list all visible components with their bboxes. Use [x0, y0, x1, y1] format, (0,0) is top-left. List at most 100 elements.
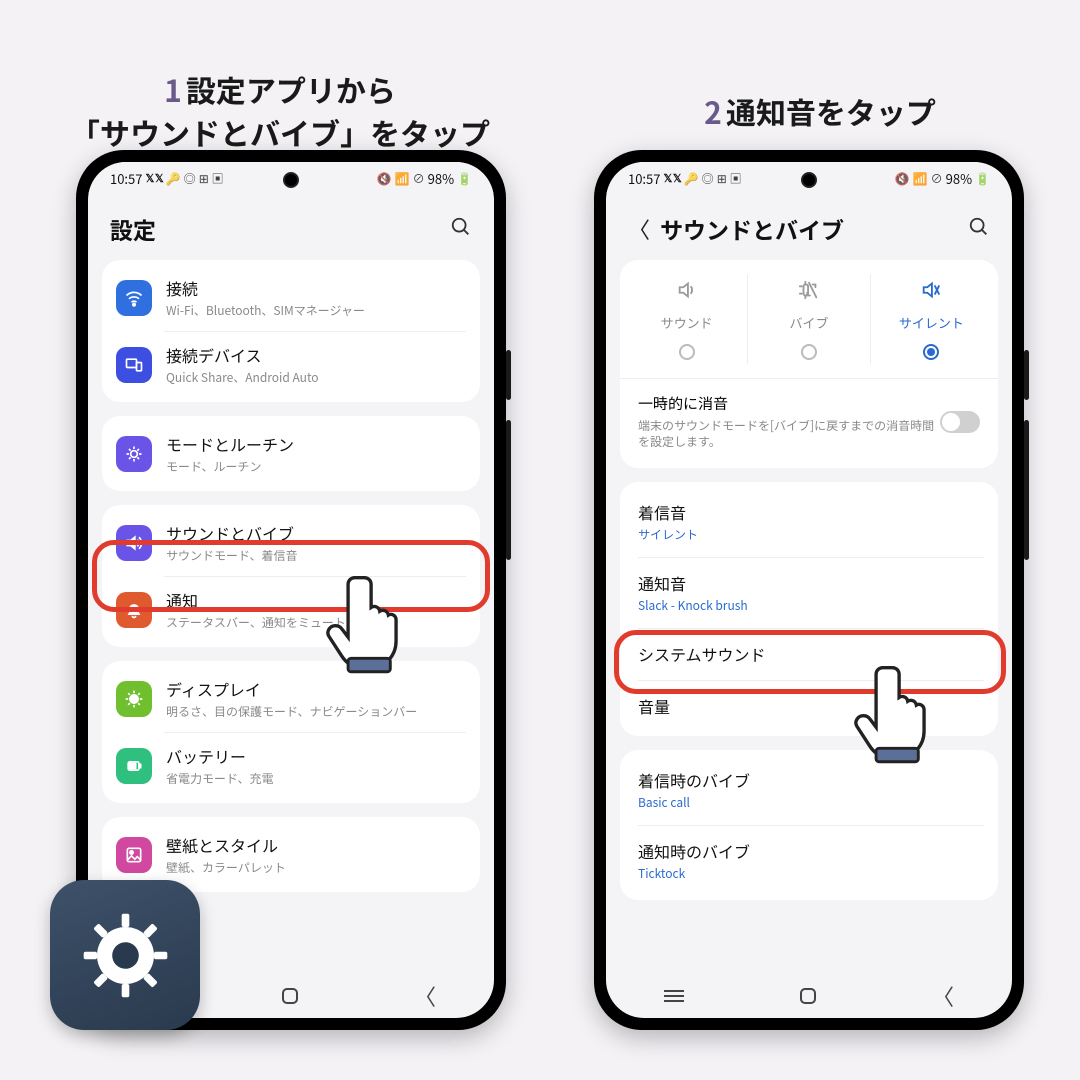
step1-number: 1 [164, 67, 182, 111]
sound-options-card: 着信音サイレント通知音 Slack - Knock brush システムサウンド音量 [620, 482, 998, 736]
nav-back[interactable]: 〈 [414, 980, 436, 1012]
step2-caption: 2通知音をタップ [600, 46, 1040, 133]
row-title: 接続 [166, 276, 466, 300]
mode-radio[interactable] [679, 344, 695, 360]
row-title: システムサウンド [638, 642, 980, 666]
settings-app-icon [50, 880, 200, 1030]
sound-icon [116, 525, 152, 561]
row-sub: 壁紙、カラーパレット [166, 859, 466, 876]
wifi-icon [116, 280, 152, 316]
option-row[interactable]: 音量 [620, 680, 998, 732]
status-mute-icon: 🔇 [377, 170, 392, 187]
status-battery: 98% [428, 169, 454, 188]
search-icon[interactable] [968, 215, 990, 244]
status-target-icon: ◎ [702, 170, 714, 187]
row-title: 通知音 [638, 571, 980, 595]
mode-label: バイブ [748, 313, 869, 332]
settings-card: 接続 Wi-Fi、Bluetooth、SIMマネージャー接続デバイス Quick S… [102, 260, 480, 402]
status-time: 10:57 [110, 169, 142, 188]
mode-silent[interactable]: サイレント [871, 274, 992, 364]
header: 〈 サウンドとバイブ [606, 194, 1012, 260]
row-sub: Slack - Knock brush [638, 597, 980, 614]
row-title: 通知時のバイブ [638, 839, 980, 863]
settings-card: ディスプレイ明るさ、目の保護モード、ナビゲーションバーバッテリー省電力モード、充… [102, 661, 480, 803]
front-camera [283, 172, 299, 188]
mode-sound[interactable]: サウンド [626, 274, 748, 364]
status-battery: 98% [946, 169, 972, 188]
settings-row-display[interactable]: ディスプレイ明るさ、目の保護モード、ナビゲーションバー [102, 665, 480, 732]
phone-right: 10:57 𝕏 𝕏 🔑 ◎ ⊞ ▣ 🔇 📶 ⊘ 98% 🔋 〈 サウンド [594, 150, 1024, 1030]
option-row[interactable]: 通知音 Slack - Knock brush [620, 557, 998, 628]
settings-card: モードとルーチンモード、ルーチン [102, 416, 480, 491]
mode-vibrate[interactable]: バイブ [748, 274, 870, 364]
front-camera [801, 172, 817, 188]
status-battery-icon: 🔋 [975, 170, 990, 187]
routine-icon [116, 436, 152, 472]
sound-settings[interactable]: サウンドバイブサイレント 一時的に消音 端末のサウンドモードを[バイブ]に戻すま… [606, 260, 1012, 974]
status-mute-icon: 🔇 [895, 170, 910, 187]
status-nodata-icon: ⊘ [931, 170, 943, 187]
status-x-icon: 𝕏 𝕏 [663, 170, 680, 186]
row-title: ディスプレイ [166, 677, 466, 701]
devices-icon [116, 347, 152, 383]
nav-recents[interactable] [664, 995, 684, 997]
header: 設定 [88, 194, 494, 260]
settings-row-sound[interactable]: サウンドとバイブサウンドモード、着信音 [102, 509, 480, 576]
status-time: 10:57 [628, 169, 660, 188]
settings-list[interactable]: 接続 Wi-Fi、Bluetooth、SIMマネージャー接続デバイス Quick S… [88, 260, 494, 974]
back-button[interactable]: 〈 [628, 213, 652, 245]
mode-icon [748, 278, 869, 307]
row-title: バッテリー [166, 744, 466, 768]
temp-mute-title: 一時的に消音 [638, 393, 940, 414]
temp-mute-sub: 端末のサウンドモードを[バイブ]に戻すまでの消音時間を設定します。 [638, 418, 940, 450]
row-sub: ステータスバー、通知をミュート [166, 614, 466, 631]
settings-row-wall[interactable]: 壁紙とスタイル壁紙、カラーパレット [102, 821, 480, 888]
page-title: サウンドとバイブ [660, 212, 968, 246]
wall-icon [116, 837, 152, 873]
option-row[interactable]: 着信音サイレント [620, 486, 998, 557]
status-plus-icon: ⊞ [199, 170, 209, 187]
row-title: モードとルーチン [166, 432, 466, 456]
nav-back[interactable]: 〈 [932, 980, 954, 1012]
status-wifi-icon: 📶 [913, 170, 928, 187]
status-target-icon: ◎ [184, 170, 196, 187]
status-key-icon: 🔑 [684, 170, 699, 187]
settings-row-notif[interactable]: 通知ステータスバー、通知をミュート [102, 576, 480, 643]
row-sub: Quick Share、Android Auto [166, 369, 466, 386]
status-image-icon: ▣ [212, 170, 224, 187]
settings-row-routine[interactable]: モードとルーチンモード、ルーチン [102, 420, 480, 487]
status-plus-icon: ⊞ [717, 170, 727, 187]
row-title: サウンドとバイブ [166, 521, 466, 545]
mode-radio[interactable] [923, 344, 939, 360]
status-x-icon: 𝕏 𝕏 [145, 170, 162, 186]
page-title: 設定 [110, 212, 450, 246]
mode-radio[interactable] [801, 344, 817, 360]
temp-mute-row[interactable]: 一時的に消音 端末のサウンドモードを[バイブ]に戻すまでの消音時間を設定します。 [620, 379, 998, 464]
option-row[interactable]: 通知時のバイブ Ticktock [620, 825, 998, 896]
settings-card: サウンドとバイブサウンドモード、着信音通知ステータスバー、通知をミュート [102, 505, 480, 647]
nav-home[interactable] [282, 988, 298, 1004]
row-title: 着信音 [638, 500, 980, 524]
nav-home[interactable] [800, 988, 816, 1004]
row-title: 音量 [638, 694, 980, 718]
screen-right: 10:57 𝕏 𝕏 🔑 ◎ ⊞ ▣ 🔇 📶 ⊘ 98% 🔋 〈 サウンド [606, 162, 1012, 1018]
row-sub: Wi-Fi、Bluetooth、SIMマネージャー [166, 302, 466, 319]
battery-icon [116, 748, 152, 784]
settings-row-wifi[interactable]: 接続 Wi-Fi、Bluetooth、SIMマネージャー [102, 264, 480, 331]
status-key-icon: 🔑 [166, 170, 181, 187]
option-row[interactable]: 着信時のバイブBasic call [620, 754, 998, 825]
settings-row-battery[interactable]: バッテリー省電力モード、充電 [102, 732, 480, 799]
mode-icon [871, 278, 992, 307]
temp-mute-toggle[interactable] [940, 411, 980, 433]
mode-icon [626, 278, 747, 307]
sound-mode-segment: サウンドバイブサイレント [620, 264, 998, 379]
row-sub: 省電力モード、充電 [166, 770, 466, 787]
row-sub: Ticktock [638, 865, 980, 882]
nav-bar: 〈 [606, 974, 1012, 1018]
row-title: 接続デバイス [166, 343, 466, 367]
option-row[interactable]: システムサウンド [620, 628, 998, 680]
row-sub: サウンドモード、着信音 [166, 547, 466, 564]
step2-number: 2 [704, 89, 722, 133]
search-icon[interactable] [450, 215, 472, 244]
settings-row-devices[interactable]: 接続デバイス Quick Share、Android Auto [102, 331, 480, 398]
